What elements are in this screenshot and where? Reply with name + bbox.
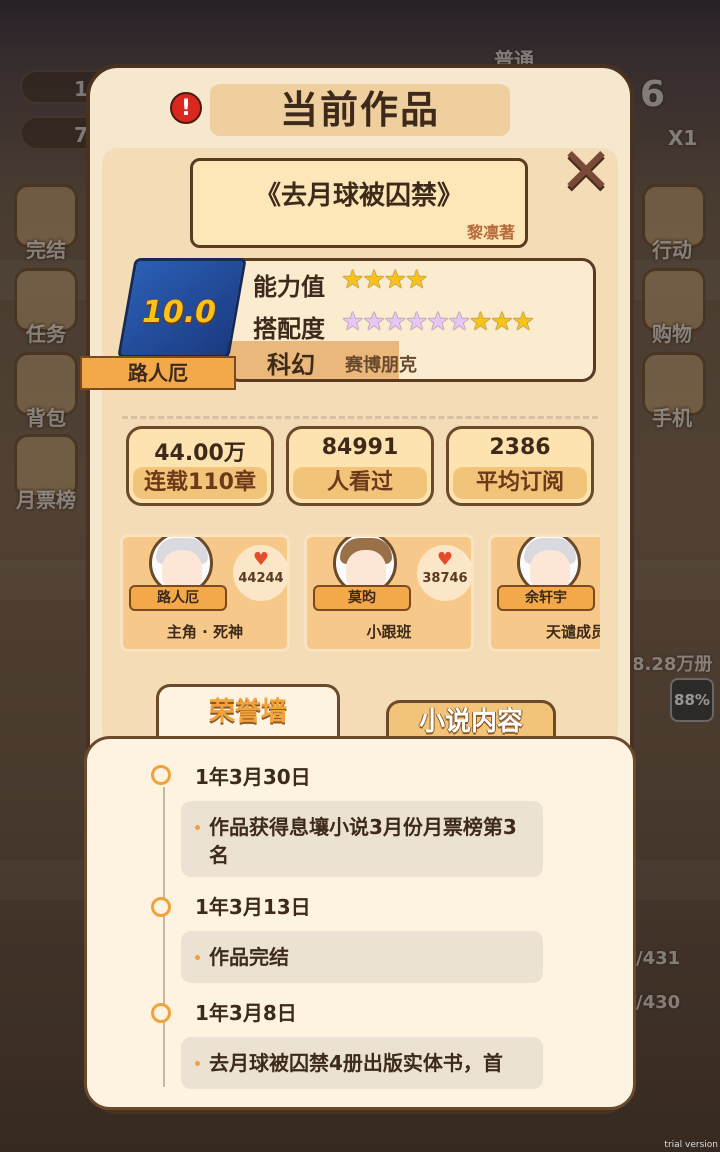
watermark: trial version <box>664 1140 718 1150</box>
timeline-line <box>163 787 165 1087</box>
clock-icon <box>151 765 171 785</box>
author-signature: 黎凛著 <box>466 223 515 242</box>
match-stars: ★★★★★★★★★ <box>341 307 535 337</box>
heart-icon: ♥ <box>252 549 270 570</box>
match-rainbow-star-icon: ★ <box>447 307 471 337</box>
character-role: 主角 · 死神 <box>166 623 244 641</box>
stat-value: 2386 <box>489 435 551 460</box>
clock-icon <box>151 1003 171 1023</box>
ability-star-icon: ★ <box>362 265 385 295</box>
character-card[interactable]: ♥ 44244 路人厄 主角 · 死神 <box>120 534 290 652</box>
character-role: 天谴成员 <box>545 623 600 641</box>
timeline-entry: 作品获得息壤小说3月份月票榜第3名 <box>181 801 543 877</box>
match-rainbow-star-icon: ★ <box>404 307 428 337</box>
honor-timeline[interactable]: 1年3月30日 作品获得息壤小说3月份月票榜第3名 1年3月13日 作品完结 1… <box>84 736 636 1110</box>
stat-card-subscriptions: 2386 平均订阅 <box>446 426 594 506</box>
match-rainbow-star-icon: ★ <box>383 307 407 337</box>
timeline-entry: 去月球被囚禁4册出版实体书，首 <box>181 1037 543 1089</box>
genre-label: 科幻 <box>267 351 315 379</box>
match-rainbow-star-icon: ★ <box>426 307 449 337</box>
ability-label: 能力值 <box>253 273 325 301</box>
character-name: 余轩宇 <box>497 585 595 611</box>
work-attributes: 能力值 ★★★★ 搭配度 ★★★★★★★★★ 科幻 赛博朋克 <box>226 258 596 382</box>
character-card[interactable]: 余轩宇 天谴成员 <box>488 534 600 652</box>
timeline-date: 1年3月8日 <box>195 1001 297 1025</box>
work-title: 《去月球被囚禁》 <box>254 181 463 211</box>
stat-label: 人看过 <box>293 467 427 499</box>
work-title-card: 《去月球被囚禁》 黎凛著 <box>190 158 528 248</box>
panel-title: 当前作品 <box>210 84 510 136</box>
timeline-date: 1年3月30日 <box>195 765 311 789</box>
timeline-date: 1年3月13日 <box>195 895 311 919</box>
tab-honor-wall[interactable]: 荣誉墙 <box>156 684 340 744</box>
stat-label: 连载110章 <box>133 467 267 499</box>
book-score: 10.0 <box>142 295 217 330</box>
stat-value: 44.00万 <box>154 441 246 466</box>
match-gold-star-icon: ★ <box>468 307 492 337</box>
stat-value: 84991 <box>321 435 399 460</box>
character-name: 莫昀 <box>313 585 411 611</box>
stat-label: 平均订阅 <box>453 467 587 499</box>
match-gold-star-icon: ★ <box>490 307 513 337</box>
heart-icon: ♥ <box>436 549 454 570</box>
stat-card-words: 44.00万 连载110章 <box>126 426 274 506</box>
likes-badge: ♥ 38746 <box>417 545 471 601</box>
subgenre-label: 赛博朋克 <box>345 355 417 376</box>
ability-star-icon: ★ <box>383 265 407 295</box>
match-rainbow-star-icon: ★ <box>341 307 364 337</box>
character-role: 小跟班 <box>366 623 412 641</box>
match-rainbow-star-icon: ★ <box>362 307 385 337</box>
character-name: 路人厄 <box>129 585 227 611</box>
divider <box>122 416 598 419</box>
stat-card-readers: 84991 人看过 <box>286 426 434 506</box>
ability-stars: ★★★★ <box>341 265 428 295</box>
likes-badge: ♥ 44244 <box>233 545 287 601</box>
ability-star-icon: ★ <box>341 265 364 295</box>
timeline-entry: 作品完结 <box>181 931 543 983</box>
match-gold-star-icon: ★ <box>511 307 535 337</box>
close-icon[interactable]: ✕ <box>556 140 616 204</box>
match-label: 搭配度 <box>253 315 325 343</box>
clock-icon <box>151 897 171 917</box>
author-ribbon: 路人厄 <box>80 356 236 390</box>
character-card[interactable]: ♥ 38746 莫昀 小跟班 <box>304 534 474 652</box>
alert-icon[interactable]: ! <box>170 92 202 124</box>
ability-star-icon: ★ <box>404 265 428 295</box>
